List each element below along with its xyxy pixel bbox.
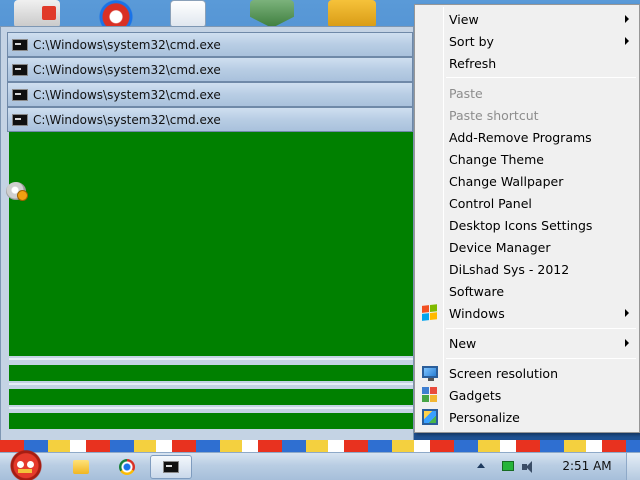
cmd-console-strip[interactable] bbox=[9, 389, 413, 405]
menu-item-sort-by[interactable]: Sort by bbox=[417, 30, 637, 52]
submenu-arrow-icon bbox=[625, 37, 629, 45]
chrome-icon bbox=[119, 459, 135, 475]
menu-item-label: Change Theme bbox=[449, 151, 544, 167]
volume-icon[interactable] bbox=[522, 461, 536, 473]
cmd-icon bbox=[12, 38, 28, 51]
cmd-icon bbox=[163, 461, 179, 473]
submenu-arrow-icon bbox=[625, 15, 629, 23]
taskbar-chrome-button[interactable] bbox=[108, 455, 146, 479]
menu-item-paste: Paste bbox=[417, 82, 637, 104]
menu-item-gadgets[interactable]: Gadgets bbox=[417, 384, 637, 406]
cmd-window-title: C:\Windows\system32\cmd.exe bbox=[33, 112, 221, 127]
menu-item-label: Paste bbox=[449, 85, 483, 101]
cmd-window-titlebar-2[interactable]: C:\Windows\system32\cmd.exe bbox=[7, 57, 413, 82]
window-edge-divider bbox=[9, 383, 413, 385]
chrome-desktop-icon[interactable] bbox=[92, 0, 140, 28]
menu-item-label: Sort by bbox=[449, 33, 494, 49]
menu-item-label: Add-Remove Programs bbox=[449, 129, 592, 145]
cmd-icon bbox=[12, 63, 28, 76]
taskbar-clock[interactable]: 2:51 AM bbox=[556, 459, 618, 473]
menu-item-screen-resolution[interactable]: Screen resolution bbox=[417, 362, 637, 384]
cmd-window-title: C:\Windows\system32\cmd.exe bbox=[33, 62, 221, 77]
menu-item-new[interactable]: New bbox=[417, 332, 637, 354]
menu-item-device-manager[interactable]: Device Manager bbox=[417, 236, 637, 258]
cmd-window-stack: C:\Windows\system32\cmd.exe C:\Windows\s… bbox=[0, 26, 414, 442]
menu-item-label: DiLshad Sys - 2012 bbox=[449, 261, 570, 277]
menu-item-label: Change Wallpaper bbox=[449, 173, 564, 189]
taskbar-explorer-button[interactable] bbox=[62, 455, 100, 479]
show-hidden-icons-arrow-icon[interactable] bbox=[477, 463, 485, 468]
gadgets-icon bbox=[422, 387, 438, 403]
cmd-icon bbox=[12, 88, 28, 101]
cmd-window-title: C:\Windows\system32\cmd.exe bbox=[33, 37, 221, 52]
cmd-console-area[interactable] bbox=[9, 132, 413, 356]
menu-item-add-remove-programs[interactable]: Add-Remove Programs bbox=[417, 126, 637, 148]
menu-item-label: Control Panel bbox=[449, 195, 532, 211]
security-shield-desktop-icon[interactable] bbox=[250, 0, 294, 28]
disc-drive-icon[interactable] bbox=[6, 182, 28, 201]
menu-item-label: Paste shortcut bbox=[449, 107, 539, 123]
show-desktop-button[interactable] bbox=[626, 453, 640, 480]
menu-item-label: Desktop Icons Settings bbox=[449, 217, 593, 233]
menu-item-label: Software bbox=[449, 283, 505, 299]
monitor-icon bbox=[422, 366, 438, 381]
network-status-icon[interactable] bbox=[502, 461, 514, 471]
solitaire-desktop-icon[interactable] bbox=[170, 0, 206, 28]
menu-item-change-wallpaper[interactable]: Change Wallpaper bbox=[417, 170, 637, 192]
menu-item-label: Windows bbox=[449, 305, 505, 321]
menu-item-label: Device Manager bbox=[449, 239, 551, 255]
menu-item-personalize[interactable]: Personalize bbox=[417, 406, 637, 428]
window-edge-divider bbox=[9, 407, 413, 409]
wallpaper-strip bbox=[0, 440, 640, 452]
cmd-window-titlebar-4[interactable]: C:\Windows\system32\cmd.exe bbox=[7, 107, 413, 132]
game-desktop-icon[interactable] bbox=[328, 0, 376, 28]
menu-separator bbox=[446, 328, 636, 329]
menu-item-change-theme[interactable]: Change Theme bbox=[417, 148, 637, 170]
menu-item-label: View bbox=[449, 11, 479, 27]
menu-item-windows[interactable]: Windows bbox=[417, 302, 637, 324]
taskbar-cmd-button[interactable] bbox=[150, 455, 192, 479]
menu-item-label: Screen resolution bbox=[449, 365, 559, 381]
menu-item-software[interactable]: Software bbox=[417, 280, 637, 302]
desktop-shortcut-icon-1[interactable] bbox=[14, 0, 60, 28]
cmd-icon bbox=[12, 113, 28, 126]
windows-logo-icon bbox=[422, 304, 438, 322]
cmd-window-titlebar-1[interactable]: C:\Windows\system32\cmd.exe bbox=[7, 32, 413, 57]
menu-item-view[interactable]: View bbox=[417, 8, 637, 30]
menu-separator bbox=[446, 77, 636, 78]
cmd-console-strip[interactable] bbox=[9, 413, 413, 429]
menu-item-paste-shortcut: Paste shortcut bbox=[417, 104, 637, 126]
cmd-console-strip[interactable] bbox=[9, 365, 413, 381]
menu-item-desktop-icons-settings[interactable]: Desktop Icons Settings bbox=[417, 214, 637, 236]
personalize-icon bbox=[422, 409, 438, 425]
windows-explorer-icon bbox=[73, 460, 89, 474]
window-edge-divider bbox=[9, 358, 413, 360]
submenu-arrow-icon bbox=[625, 339, 629, 347]
menu-item-dilshad-sys[interactable]: DiLshad Sys - 2012 bbox=[417, 258, 637, 280]
taskbar: 2:51 AM bbox=[0, 447, 640, 480]
cmd-window-titlebar-3[interactable]: C:\Windows\system32\cmd.exe bbox=[7, 82, 413, 107]
desktop-context-menu: View Sort by Refresh Paste Paste shortcu… bbox=[414, 4, 640, 433]
menu-item-label: Gadgets bbox=[449, 387, 502, 403]
menu-separator bbox=[446, 358, 636, 359]
menu-item-label: Personalize bbox=[449, 409, 520, 425]
cmd-window-title: C:\Windows\system32\cmd.exe bbox=[33, 87, 221, 102]
start-button-icon[interactable] bbox=[4, 447, 48, 480]
submenu-arrow-icon bbox=[625, 309, 629, 317]
menu-item-label: Refresh bbox=[449, 55, 497, 71]
menu-item-control-panel[interactable]: Control Panel bbox=[417, 192, 637, 214]
menu-item-refresh[interactable]: Refresh bbox=[417, 52, 637, 74]
menu-item-label: New bbox=[449, 335, 477, 351]
